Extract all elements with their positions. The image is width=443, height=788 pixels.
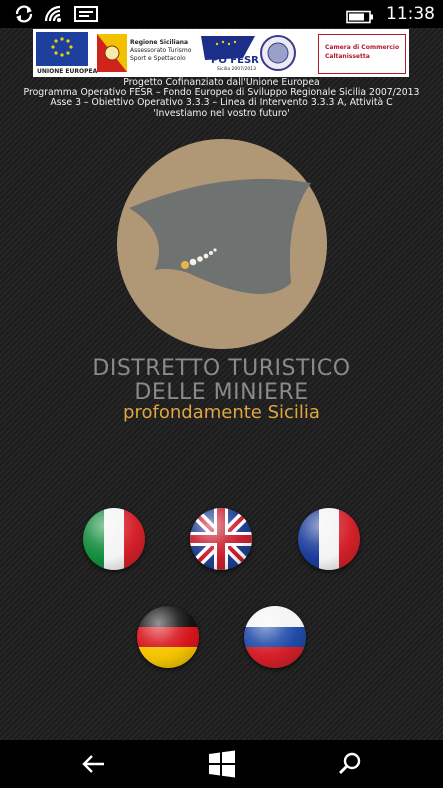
region-line-3: Sport e Spettacolo bbox=[130, 55, 186, 62]
language-italian-button[interactable] bbox=[83, 508, 145, 570]
district-emblem-logo bbox=[117, 139, 327, 349]
language-german-button[interactable] bbox=[137, 606, 199, 668]
clock-time: 11:38 bbox=[386, 4, 435, 24]
brand-title-line-1: DISTRETTO TURISTICO bbox=[92, 356, 351, 381]
language-english-button[interactable] bbox=[190, 508, 252, 570]
chamber-line-1: Camera di Commercio bbox=[325, 44, 400, 51]
sicily-region-logo bbox=[97, 34, 127, 72]
sponsor-banner: UNIONE EUROPEA Regione Siciliana Assesso… bbox=[33, 29, 409, 77]
po-fesr-label: PO FESR bbox=[211, 55, 259, 66]
funding-notice: Progetto Cofinanziato dall'Unione Europe… bbox=[0, 77, 443, 119]
wifi-icon bbox=[44, 5, 61, 22]
eu-label: UNIONE EUROPEA bbox=[37, 68, 98, 75]
sync-icon bbox=[15, 5, 33, 23]
chamber-line-2: Caltanissetta bbox=[325, 53, 370, 60]
language-french-button[interactable] bbox=[298, 508, 360, 570]
search-icon[interactable] bbox=[330, 748, 370, 780]
municipal-seal-logo bbox=[260, 35, 296, 71]
chamber-logo: Camera di Commercio Caltanissetta bbox=[318, 34, 406, 74]
message-icon bbox=[74, 6, 98, 22]
region-line-2: Assessorato Turismo bbox=[130, 47, 192, 54]
funding-line-4: 'Investiamo nel vostro futuro' bbox=[153, 107, 290, 119]
region-line-1: Regione Siciliana bbox=[130, 39, 189, 46]
navigation-bar bbox=[0, 740, 443, 788]
status-bar: 11:38 bbox=[0, 0, 443, 28]
language-russian-button[interactable] bbox=[244, 606, 306, 668]
windows-start-icon[interactable] bbox=[202, 748, 242, 780]
back-arrow-icon[interactable] bbox=[74, 748, 114, 780]
battery-icon bbox=[346, 10, 373, 24]
brand-subtitle: profondamente Sicilia bbox=[123, 402, 320, 423]
po-fesr-sub: Sicilia 2007/2013 bbox=[217, 67, 256, 72]
